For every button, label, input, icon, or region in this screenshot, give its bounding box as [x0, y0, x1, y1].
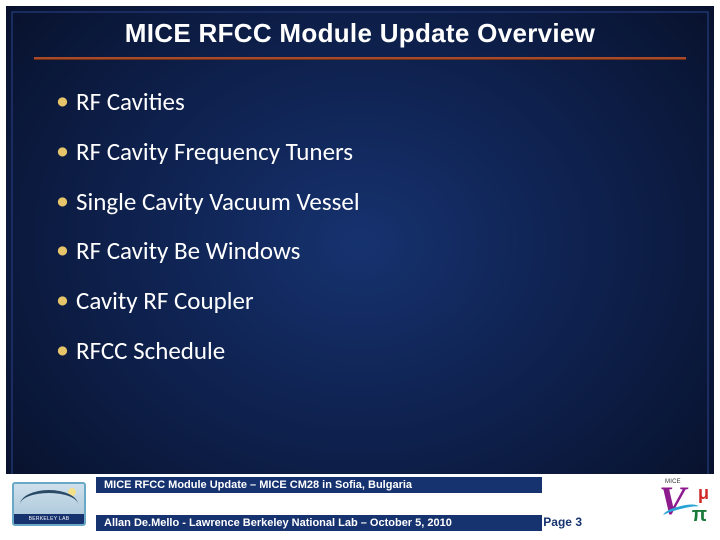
footer-line-1: MICE RFCC Module Update – MICE CM28 in S… [96, 477, 542, 493]
bullet-list: RF Cavities RF Cavity Frequency Tuners S… [56, 88, 674, 366]
list-item: RF Cavity Frequency Tuners [56, 138, 674, 167]
slide: MICE RFCC Module Update Overview RF Cavi… [0, 0, 720, 540]
list-item: RFCC Schedule [56, 337, 674, 366]
footer-line-2: Allan De.Mello - Lawrence Berkeley Natio… [96, 515, 542, 531]
list-item: Single Cavity Vacuum Vessel [56, 188, 674, 217]
logo-arch-icon [20, 490, 78, 516]
content-area: RF Cavities RF Cavity Frequency Tuners S… [6, 60, 714, 474]
list-item: Cavity RF Coupler [56, 287, 674, 316]
logo-right-container: MICE V μ π [652, 474, 714, 534]
logo-left-container: BERKELEY LAB [6, 474, 92, 534]
mice-logo-icon: MICE V μ π [657, 481, 709, 527]
page-number: Page 3 [543, 515, 582, 529]
footer-center: MICE RFCC Module Update – MICE CM28 in S… [92, 474, 652, 534]
list-item: RF Cavities [56, 88, 674, 117]
logo-pi-icon: π [692, 504, 707, 527]
logo-mu-icon: μ [698, 483, 709, 504]
logo-caption: BERKELEY LAB [14, 514, 84, 524]
list-item: RF Cavity Be Windows [56, 237, 674, 266]
title-area: MICE RFCC Module Update Overview [6, 6, 714, 57]
berkeley-lab-logo-icon: BERKELEY LAB [12, 482, 86, 526]
page-title: MICE RFCC Module Update Overview [36, 18, 684, 49]
footer: BERKELEY LAB MICE RFCC Module Update – M… [6, 474, 714, 534]
